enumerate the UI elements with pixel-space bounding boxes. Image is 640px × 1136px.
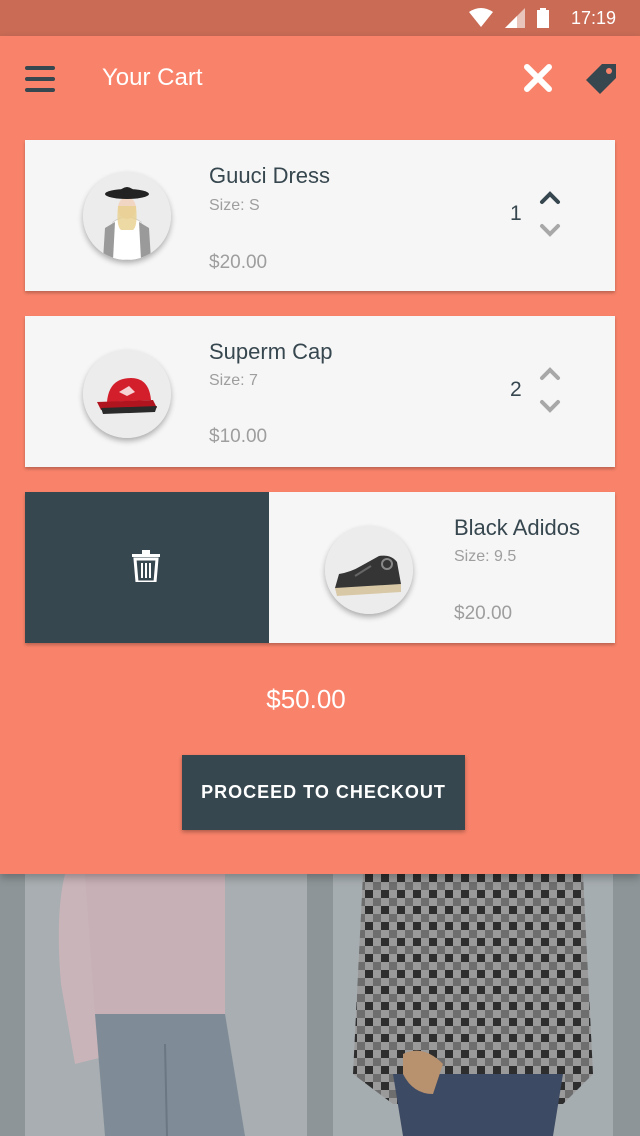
- wifi-icon: [468, 8, 493, 27]
- trash-icon: [132, 550, 160, 582]
- item-size: Size: 7: [209, 372, 258, 390]
- size-value: 9.5: [494, 548, 517, 565]
- chevron-down-icon[interactable]: [539, 399, 561, 413]
- product-image: [325, 526, 413, 614]
- size-label: Size:: [454, 548, 490, 565]
- product-grid: [0, 874, 640, 1136]
- size-label: Size:: [209, 372, 245, 389]
- product-image: [83, 350, 171, 438]
- cart-total: $50.00: [266, 684, 346, 714]
- product-image: [25, 874, 307, 1136]
- status-bar: 17:19: [0, 0, 640, 36]
- battery-icon: [536, 8, 549, 28]
- size-value: S: [249, 197, 260, 214]
- status-time: 17:19: [570, 7, 616, 28]
- chevron-up-icon[interactable]: [539, 191, 561, 205]
- item-quantity: 2: [510, 378, 522, 401]
- page-title: Your Cart: [102, 64, 203, 91]
- size-value: 7: [249, 372, 258, 389]
- item-price: $20.00: [454, 603, 513, 624]
- item-size: Size: 9.5: [454, 548, 516, 566]
- product-tile[interactable]: [333, 874, 613, 1136]
- item-price: $20.00: [209, 252, 268, 273]
- item-name: Guuci Dress: [209, 163, 331, 188]
- cart-item: Guuci Dress Size: S $20.00 1: [25, 140, 615, 291]
- chevron-up-icon[interactable]: [539, 367, 561, 381]
- item-size: Size: S: [209, 197, 260, 215]
- product-tile[interactable]: [25, 874, 307, 1136]
- item-price: $10.00: [209, 426, 268, 447]
- delete-button[interactable]: [25, 492, 269, 643]
- product-image: [83, 172, 171, 260]
- item-name: Black Adidos: [454, 515, 580, 540]
- cart-item: Superm Cap Size: 7 $10.00 2: [25, 316, 615, 467]
- cart-item: Black Adidos Size: 9.5 $20.00: [25, 492, 615, 643]
- item-quantity: 1: [510, 202, 522, 225]
- status-icons: 17:19: [468, 6, 616, 30]
- item-name: Superm Cap: [209, 339, 333, 364]
- checkout-button[interactable]: PROCEED TO CHECKOUT: [182, 755, 465, 830]
- menu-icon[interactable]: [25, 66, 55, 94]
- chevron-down-icon[interactable]: [539, 223, 561, 237]
- signal-icon: [504, 8, 525, 28]
- close-icon[interactable]: [522, 62, 554, 94]
- tag-icon[interactable]: [584, 62, 618, 96]
- cart-panel: Your Cart Guuci Dress Size: S $20.00 1 S…: [0, 36, 640, 874]
- product-image: [333, 874, 613, 1136]
- size-label: Size:: [209, 197, 245, 214]
